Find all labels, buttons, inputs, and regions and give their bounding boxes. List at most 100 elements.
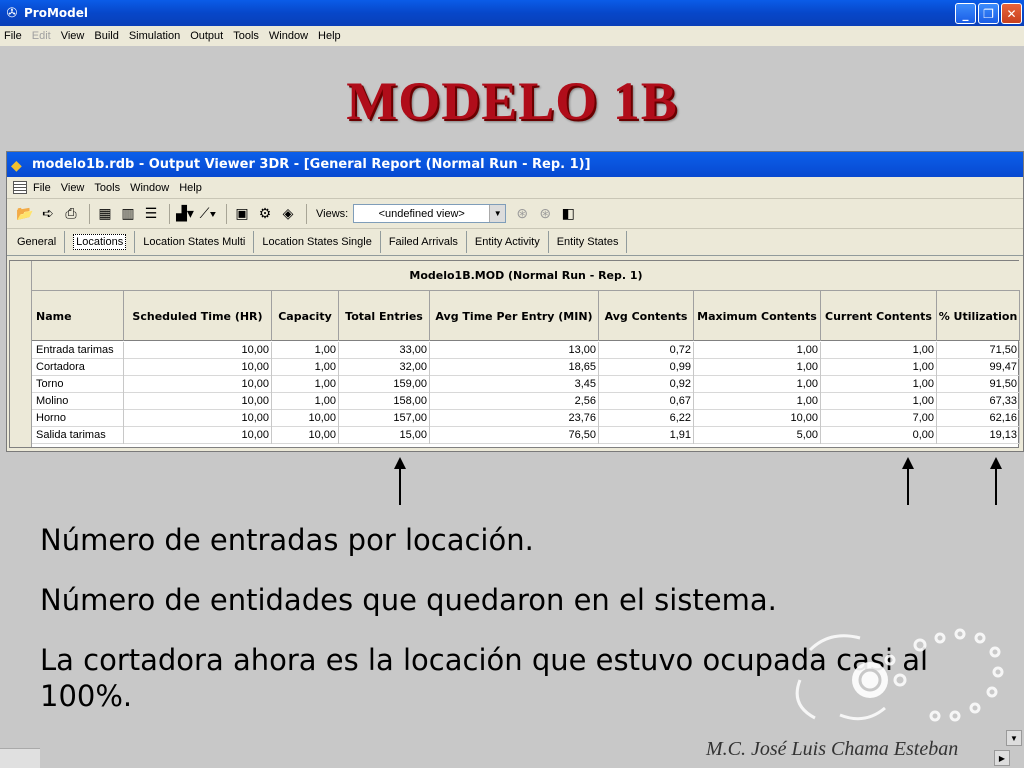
app-menu-edit: Edit <box>31 30 51 42</box>
table-cell: 13,00 <box>430 342 599 359</box>
eraser-icon[interactable]: ◈ <box>278 204 298 224</box>
column-header[interactable]: Total Entries <box>339 291 430 341</box>
tab-failed-arrivals[interactable]: Failed Arrivals <box>381 231 467 253</box>
bar-chart-icon[interactable]: ▥ <box>118 204 138 224</box>
table-cell: 33,00 <box>339 342 430 359</box>
table-row[interactable]: Cortadora 10,00 1,00 32,00 18,65 0,99 1,00 1,00… <box>32 359 1020 376</box>
toolbar-separator <box>306 203 307 224</box>
table-row[interactable]: Torno 10,00 1,00 159,00 3,45 0,92 1,00 1,00 91,5… <box>32 376 1020 393</box>
table-cell: Cortadora <box>32 359 124 376</box>
restore-button[interactable]: ❐ <box>978 3 999 24</box>
view-up-icon[interactable]: ⊛ <box>535 204 555 224</box>
filter-icon[interactable]: ⚙ <box>255 204 275 224</box>
minimize-button[interactable]: _ <box>955 3 976 24</box>
promodel-icon: ✇ <box>6 5 18 20</box>
table-cell: 159,00 <box>339 376 430 393</box>
arrow-current-contents <box>902 457 914 505</box>
tab-label: Locations <box>73 234 127 250</box>
table-cell: 1,00 <box>821 359 937 376</box>
table-header: Name Scheduled Time (HR) Capacity Total Ent… <box>32 291 1020 341</box>
viewer-menu-help[interactable]: Help <box>179 182 202 194</box>
table-caption: Modelo1B.MOD (Normal Run - Rep. 1) <box>32 261 1020 291</box>
report-tabs: General Locations Location States Multi Loc… <box>7 229 1023 256</box>
window-controls: _ ❐ ✕ <box>955 3 1022 24</box>
table-cell: 0,72 <box>599 342 694 359</box>
app-titlebar: ✇ ProModel _ ❐ ✕ <box>0 0 1024 26</box>
output-viewer-icon: ◆ <box>11 156 22 173</box>
table-cell: 0,67 <box>599 393 694 410</box>
table-cell: 1,00 <box>821 376 937 393</box>
calendar-icon[interactable]: ▣ <box>232 204 252 224</box>
app-menu-tools[interactable]: Tools <box>233 30 259 42</box>
table-row[interactable]: Entrada tarimas 10,00 1,00 33,00 13,00 0,72 1,… <box>32 342 1020 359</box>
table-cell: 10,00 <box>124 359 272 376</box>
tab-entity-states[interactable]: Entity States <box>549 231 628 253</box>
export-icon[interactable]: ➪ <box>38 204 58 224</box>
scroll-right-icon[interactable]: ▶ <box>994 750 1010 766</box>
table-cell: 10,00 <box>124 342 272 359</box>
tab-label: Failed Arrivals <box>388 236 458 248</box>
table-cell: 10,00 <box>124 376 272 393</box>
state-chart-icon[interactable]: ☰ <box>141 204 161 224</box>
line-chart-dropdown-icon[interactable]: ⟋▾ <box>198 204 218 224</box>
table-row[interactable]: Horno 10,00 10,00 157,00 23,76 6,22 10,00 7,00 6… <box>32 410 1020 427</box>
tab-location-states-single[interactable]: Location States Single <box>254 231 381 253</box>
column-header[interactable]: Avg Contents <box>599 291 694 341</box>
scroll-down-icon[interactable]: ▼ <box>1006 730 1022 746</box>
cube-icon[interactable]: ◧ <box>558 204 578 224</box>
column-header[interactable]: % Utilization <box>937 291 1020 341</box>
table-cell: 10,00 <box>124 427 272 444</box>
viewer-menu-window[interactable]: Window <box>130 182 169 194</box>
table-row[interactable]: Molino 10,00 1,00 158,00 2,56 0,67 1,00 1,00 67,… <box>32 393 1020 410</box>
app-menu-help[interactable]: Help <box>318 30 341 42</box>
column-header[interactable]: Scheduled Time (HR) <box>124 291 272 341</box>
output-viewer-toolbar: 📂 ➪ ⎙ ▦ ▥ ☰ ▟▾ ⟋▾ ▣ ⚙ ◈ Views: <undefine… <box>7 199 1023 229</box>
arrow-utilization <box>990 457 1002 505</box>
table-cell: 67,33 <box>937 393 1020 410</box>
viewer-menu-tools[interactable]: Tools <box>94 182 120 194</box>
viewer-menu-view[interactable]: View <box>61 182 85 194</box>
table-cell: 1,00 <box>694 359 821 376</box>
column-header[interactable]: Avg Time Per Entry (MIN) <box>430 291 599 341</box>
open-folder-icon[interactable]: 📂 <box>15 204 35 224</box>
app-menu-view[interactable]: View <box>61 30 85 42</box>
tab-locations[interactable]: Locations <box>65 231 136 253</box>
app-menu-window[interactable]: Window <box>269 30 308 42</box>
app-menu-file[interactable]: File <box>4 30 22 42</box>
tab-label: Location States Multi <box>143 236 246 248</box>
tab-location-states-multi[interactable]: Location States Multi <box>135 231 255 253</box>
app-menu-build[interactable]: Build <box>94 30 118 42</box>
viewer-menu-file[interactable]: File <box>33 182 51 194</box>
tab-general[interactable]: General <box>9 231 66 253</box>
column-header[interactable]: Name <box>32 291 124 341</box>
views-select[interactable]: <undefined view> ▼ <box>353 204 507 223</box>
table-cell: 10,00 <box>272 427 339 444</box>
histogram-dropdown-icon[interactable]: ▟▾ <box>175 204 195 224</box>
column-header[interactable]: Maximum Contents <box>694 291 821 341</box>
table-cell: 1,91 <box>599 427 694 444</box>
output-viewer-menubar: File View Tools Window Help <box>7 177 1023 199</box>
app-menu-simulation[interactable]: Simulation <box>129 30 180 42</box>
table-icon[interactable]: ▦ <box>95 204 115 224</box>
chevron-down-icon[interactable]: ▼ <box>489 205 506 222</box>
table-cell: Torno <box>32 376 124 393</box>
tab-label: General <box>17 236 57 248</box>
document-icon[interactable] <box>13 181 27 194</box>
table-cell: 19,13 <box>937 427 1020 444</box>
table-cell: 71,50 <box>937 342 1020 359</box>
close-button[interactable]: ✕ <box>1001 3 1022 24</box>
view-down-icon[interactable]: ⊛ <box>512 204 532 224</box>
output-viewer-titlebar: ◆ modelo1b.rdb - Output Viewer 3DR - [Ge… <box>7 152 1023 177</box>
column-header[interactable]: Current Contents <box>821 291 937 341</box>
table-row[interactable]: Salida tarimas 10,00 10,00 15,00 76,50 1,91 5,… <box>32 427 1020 444</box>
app-menu-output[interactable]: Output <box>190 30 223 42</box>
table-cell: 10,00 <box>124 410 272 427</box>
column-header[interactable]: Capacity <box>272 291 339 341</box>
tab-entity-activity[interactable]: Entity Activity <box>467 231 549 253</box>
horizontal-scrollbar[interactable] <box>0 748 40 768</box>
table-cell: 1,00 <box>272 393 339 410</box>
table-cell: 1,00 <box>272 342 339 359</box>
table-cell: 18,65 <box>430 359 599 376</box>
print-icon[interactable]: ⎙ <box>61 204 81 224</box>
table-cell: 10,00 <box>124 393 272 410</box>
